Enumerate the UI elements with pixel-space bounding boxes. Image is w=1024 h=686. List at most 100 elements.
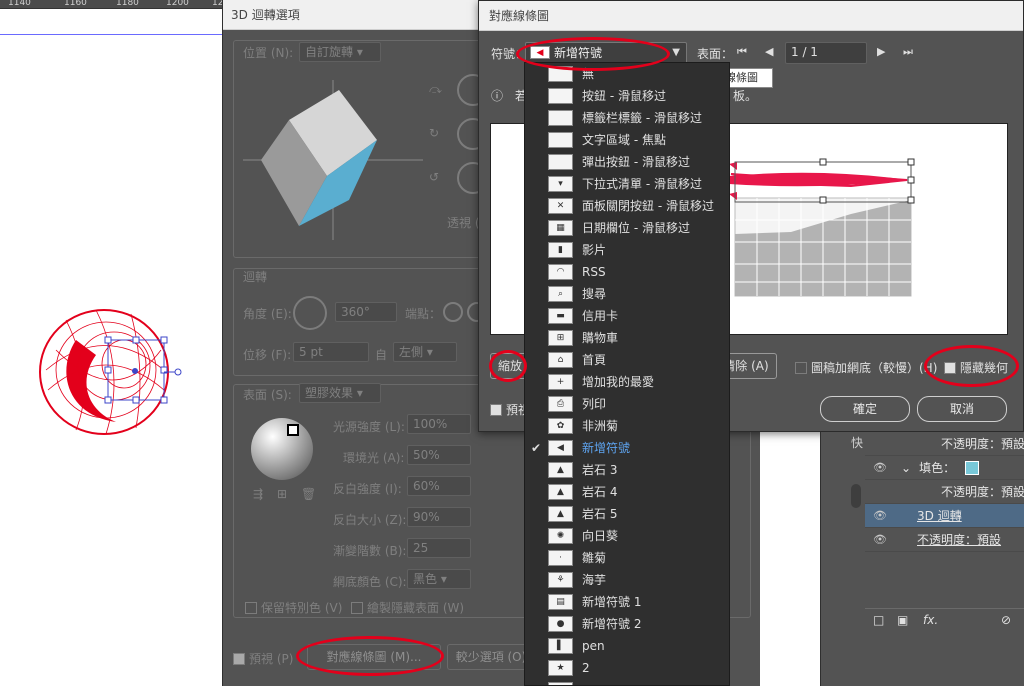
symbol-list-item[interactable]: ⎙ 列印 (525, 393, 729, 415)
blend-steps-label: 漸變階數 (B): (333, 544, 407, 558)
3d-revolved-artwork[interactable] (36, 300, 186, 440)
symbol-thumbnail: ◀ (530, 46, 550, 59)
angle-dial[interactable] (293, 296, 327, 330)
symbol-list-item[interactable]: ✕ 面板關閉按鈕 - 滑鼠移过 (525, 195, 729, 217)
surface-select[interactable]: 塑膠效果 ▾ (299, 383, 381, 403)
appearance-toolbar: □ ▣ fx. ⊘ (865, 608, 1024, 632)
last-surface-icon[interactable]: ⏭ (903, 45, 913, 59)
3d-cube-preview[interactable] (243, 80, 423, 240)
light-sphere[interactable] (251, 418, 313, 480)
symbol-dropdown[interactable]: ◀ 新增符號 ▼ (525, 42, 687, 64)
symbol-list-item[interactable]: ⌂ 首頁 (525, 349, 729, 371)
highlight-intensity-input[interactable]: 60% (407, 476, 471, 496)
highlight-size-input[interactable]: 90% (407, 507, 471, 527)
fx-icon[interactable]: fx. (923, 613, 938, 627)
ambient-input[interactable]: 50% (407, 445, 471, 465)
hide-geometry-checkbox[interactable]: 隱藏幾何 (944, 359, 1008, 376)
preview-checkbox[interactable]: 預視 (P) (233, 650, 293, 667)
eye-icon[interactable]: 👁 (873, 509, 887, 523)
eye-icon[interactable]: 👁 (873, 533, 887, 547)
fewer-options-button[interactable]: 較少選項 (O) (447, 644, 535, 670)
symbol-list-item[interactable]: 彈出按鈕 - 滑鼠移过 (525, 151, 729, 173)
ruler-tick: 1180 (116, 0, 139, 8)
canvas-guide (0, 34, 222, 35)
prev-surface-icon[interactable]: ◀ (765, 45, 773, 58)
symbol-list-item[interactable]: ▤ 新增符號 1 (525, 591, 729, 613)
eye-icon[interactable]: 👁 (873, 461, 887, 475)
symbol-list-item-label: 岩石 5 (582, 507, 618, 521)
appearance-row-opacity[interactable]: 不透明度：預設 (865, 432, 1024, 456)
symbol-list-item[interactable]: ✺ 向日葵 (525, 525, 729, 547)
symbol-list-item[interactable]: ★ 2 (525, 657, 729, 679)
map-art-button[interactable]: 對應線條圖 (M)... (307, 644, 441, 670)
appearance-row-opacity[interactable]: 不透明度：預設 (865, 480, 1024, 504)
symbol-list-item[interactable]: 文字區域 - 焦點 (525, 129, 729, 151)
symbol-list-item-label: 面板關閉按鈕 - 滑鼠移过 (582, 199, 714, 213)
symbol-list-item[interactable]: ⌕ 搜尋 (525, 283, 729, 305)
symbol-list-item-label: 向日葵 (582, 529, 619, 543)
symbol-list-item[interactable]: 標籤栏標籤 - 滑鼠移过 (525, 107, 729, 129)
ok-button[interactable]: 確定 (820, 396, 910, 422)
symbol-thumbnail (548, 154, 573, 170)
checkmark-icon: ✔ (531, 441, 542, 455)
next-surface-icon[interactable]: ▶ (877, 45, 885, 58)
scrollbar[interactable] (851, 484, 861, 508)
preserve-spot-checkbox[interactable]: 保留特別色 (V) (245, 599, 342, 616)
delete-light-icon[interactable]: 🗑 (301, 487, 316, 501)
surface-input[interactable]: 1 / 1 (785, 42, 867, 64)
symbol-list-item[interactable]: ▌ pen (525, 635, 729, 657)
cap-label: 端點： (405, 307, 442, 321)
from-select[interactable]: 左側 ▾ (393, 342, 457, 362)
y-axis-icon: ↻ (429, 126, 440, 140)
symbol-list-item[interactable]: · 雛菊 (525, 547, 729, 569)
shade-artwork-checkbox[interactable]: 圖稿加網底（較慢）(H) (795, 359, 937, 376)
symbol-list-item[interactable]: ▦ 日期欄位 - 滑鼠移过 (525, 217, 729, 239)
highlight-size-label: 反白大小 (Z): (333, 513, 407, 527)
add-stroke-icon[interactable]: □ (873, 613, 884, 627)
symbol-list-item[interactable]: ✔ ◀ 新增符號 (525, 437, 729, 459)
symbol-list-item[interactable]: + 增加我的最愛 (525, 371, 729, 393)
clear-appearance-icon[interactable]: ⊘ (1001, 613, 1011, 627)
symbol-thumbnail: ⊞ (548, 330, 573, 346)
offset-input[interactable]: 5 pt (293, 342, 369, 362)
symbol-thumbnail: ⚘ (548, 572, 573, 588)
fill-swatch[interactable] (964, 461, 979, 475)
shading-color-select[interactable]: 黑色 ▾ (407, 569, 471, 589)
ambient-label: 環境光 (A): (343, 451, 405, 465)
new-light-icon[interactable]: ⊞ (277, 487, 287, 501)
symbol-list-item-label: RSS (582, 265, 606, 279)
appearance-panel: 快 不透明度：預設 👁 ⌄ 填色： 不透明度：預設 👁 3D 迴轉 👁 不透明度：… (820, 432, 1024, 686)
symbol-list-item[interactable]: ▲ 岩石 4 (525, 481, 729, 503)
symbol-list-item[interactable]: ✿ 非洲菊 (525, 415, 729, 437)
blend-steps-input[interactable]: 25 (407, 538, 471, 558)
position-select[interactable]: 自訂旋轉 ▾ (299, 42, 381, 62)
symbol-list-item[interactable]: 按鈕 - 滑鼠移过 (525, 85, 729, 107)
symbol-list-item[interactable]: ▲ 岩石 3 (525, 459, 729, 481)
symbol-list-item[interactable]: ⊞ 購物車 (525, 327, 729, 349)
appearance-row-fill[interactable]: 👁 ⌄ 填色： (865, 456, 1024, 480)
move-light-back-icon[interactable]: ⇶ (253, 487, 263, 501)
light-source-handle[interactable] (287, 424, 299, 436)
chevron-down-icon[interactable]: ⌄ (901, 461, 911, 475)
symbol-list-item[interactable]: ● 新增符號 2 (525, 613, 729, 635)
first-surface-icon[interactable]: ⏮ (737, 45, 747, 59)
cancel-button[interactable]: 取消 (917, 396, 1007, 422)
cap-on-button[interactable] (443, 302, 463, 322)
light-intensity-input[interactable]: 100% (407, 414, 471, 434)
symbol-list-item[interactable]: ▬ 信用卡 (525, 305, 729, 327)
symbol-list-item[interactable]: ▮ 影片 (525, 239, 729, 261)
angle-input[interactable]: 360° (335, 302, 397, 322)
symbol-list-item-label: 信用卡 (582, 309, 619, 323)
symbol-dropdown-list[interactable]: 無按鈕 - 滑鼠移过 標籤栏標籤 - 滑鼠移过 文字區域 - 焦點 彈出按鈕 - 滑鼠… (524, 62, 730, 686)
appearance-row-opacity[interactable]: 👁 不透明度：預設 (865, 528, 1024, 552)
add-fill-icon[interactable]: ▣ (897, 613, 908, 627)
symbol-list-item[interactable]: ⚘ 海芋 (525, 569, 729, 591)
symbol-list-item[interactable]: 無 (525, 63, 729, 85)
draw-hidden-checkbox[interactable]: 繪製隱藏表面 (W) (351, 599, 464, 616)
symbol-list-item[interactable]: 1 (525, 679, 729, 685)
symbol-list-item[interactable]: ◠ RSS (525, 261, 729, 283)
symbol-thumbnail: ▤ (548, 594, 573, 610)
symbol-list-item[interactable]: ▲ 岩石 5 (525, 503, 729, 525)
appearance-row-3d-revolve[interactable]: 👁 3D 迴轉 (865, 504, 1024, 528)
symbol-list-item[interactable]: ▾ 下拉式清單 - 滑鼠移过 (525, 173, 729, 195)
